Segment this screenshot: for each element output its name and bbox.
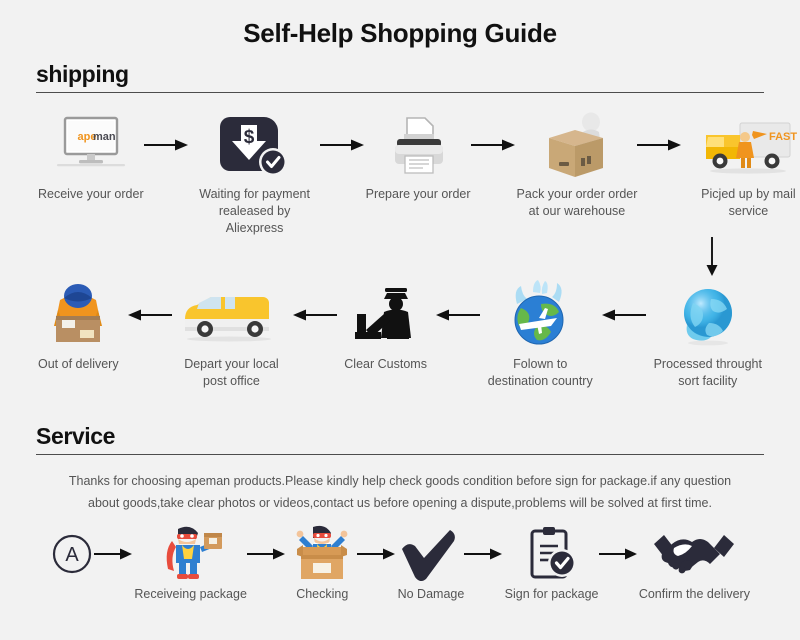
page-title: Self-Help Shopping Guide bbox=[243, 18, 557, 48]
svg-text:man: man bbox=[93, 131, 116, 143]
shipping-row-1: ape man Receive your order $ Waiting for… bbox=[24, 109, 798, 237]
step-label: Out of delivery bbox=[38, 356, 119, 371]
blue-globe-network-icon bbox=[673, 279, 743, 351]
payment-dollar-check-icon: $ bbox=[219, 109, 290, 181]
step-label: Depart your local post office bbox=[184, 356, 279, 388]
monitor-apeman-icon: ape man bbox=[49, 109, 133, 181]
service-section: Service Thanks for choosing apeman produ… bbox=[0, 423, 800, 601]
down-arrow-icon bbox=[706, 236, 718, 276]
service-step-label: Confirm the delivery bbox=[638, 587, 750, 602]
packing-worker-box-icon bbox=[539, 109, 615, 181]
flow-arrow-right-icon bbox=[470, 109, 517, 181]
flow-arrow-right-icon bbox=[357, 525, 397, 583]
service-step-confirm-delivery: Confirm the delivery bbox=[639, 525, 750, 601]
svg-text:FAST: FAST bbox=[769, 131, 797, 143]
printer-icon bbox=[385, 109, 451, 181]
service-step-receiving-package: Receiveing package bbox=[134, 525, 247, 601]
step-label: Pack your order order at our warehouse bbox=[516, 187, 638, 218]
shipping-step-waiting-payment: $ Waiting for payment realeased by Aliex… bbox=[190, 109, 320, 237]
shipping-section-title: shipping bbox=[36, 61, 129, 87]
flow-arrow-right-icon bbox=[247, 525, 287, 583]
shipping-row-2: Out of delivery Depart your local post o… bbox=[24, 279, 776, 390]
svg-text:A: A bbox=[65, 544, 79, 566]
superhero-holding-box-icon bbox=[156, 525, 226, 583]
flow-arrow-right-icon bbox=[319, 109, 366, 181]
clipboard-check-icon bbox=[524, 525, 580, 583]
service-step-checking: Checking bbox=[287, 525, 357, 601]
flow-arrow-left-icon bbox=[600, 279, 647, 351]
yellow-delivery-van-icon bbox=[179, 279, 283, 351]
flow-arrow-right-icon bbox=[143, 109, 190, 181]
checkmark-icon bbox=[400, 525, 462, 583]
flow-arrow-right-icon bbox=[637, 109, 683, 181]
shopping-guide-page: Self-Help Shopping Guide shipping ape ma… bbox=[0, 0, 800, 640]
shipping-step-prepare-order: Prepare your order bbox=[366, 109, 471, 203]
shipping-step-out-of-delivery: Out of delivery bbox=[38, 279, 119, 373]
shipping-step-picked-up: FAST Picjed up by mail service bbox=[683, 109, 800, 220]
service-step-start: A bbox=[50, 525, 94, 587]
service-paragraph: Thanks for choosing apeman products.Plea… bbox=[68, 474, 732, 511]
fast-delivery-truck-icon: FAST bbox=[698, 109, 798, 181]
step-label: Picjed up by mail service bbox=[701, 187, 796, 218]
superhero-in-box-icon bbox=[287, 525, 357, 583]
courier-carrying-box-icon bbox=[40, 279, 116, 351]
service-step-label: Receiveing package bbox=[134, 587, 247, 602]
shipping-step-sort-facility: Processed throught sort facility bbox=[654, 279, 762, 390]
shipping-divider bbox=[36, 92, 764, 93]
flow-connector bbox=[24, 236, 776, 277]
service-step-label: Sign for package bbox=[504, 587, 599, 602]
shipping-step-pack-order: Pack your order order at our warehouse bbox=[516, 109, 638, 220]
customs-officer-icon bbox=[351, 279, 421, 351]
service-step-label: No Damage bbox=[397, 587, 465, 602]
shipping-step-depart-post-office: Depart your local post office bbox=[179, 279, 283, 390]
circled-a-icon: A bbox=[50, 525, 94, 583]
svg-text:$: $ bbox=[243, 127, 254, 148]
handshake-icon bbox=[652, 525, 736, 583]
flow-arrow-right-icon bbox=[598, 525, 639, 583]
flow-arrow-right-icon bbox=[94, 525, 134, 583]
shipping-step-flown-to-destination: Folown to destination country bbox=[488, 279, 593, 390]
step-label: Waiting for payment realeased by Aliexpr… bbox=[199, 187, 310, 235]
step-label: Receive your order bbox=[38, 187, 144, 201]
flow-arrow-left-icon bbox=[126, 279, 173, 351]
step-label: Processed throught sort facility bbox=[653, 356, 762, 388]
flow-arrow-right-icon bbox=[464, 525, 504, 583]
service-divider bbox=[36, 454, 764, 456]
globe-airplane-icon bbox=[503, 279, 577, 351]
flow-arrow-left-icon bbox=[434, 279, 481, 351]
service-section-title: Service bbox=[36, 423, 116, 450]
flow-arrow-left-icon bbox=[291, 279, 337, 351]
step-label: Prepare your order bbox=[365, 187, 471, 201]
shipping-section: shipping ape man Receive your order $ Wa… bbox=[0, 61, 800, 389]
service-step-label: Checking bbox=[296, 587, 349, 602]
shipping-step-clear-customs: Clear Customs bbox=[344, 279, 427, 373]
service-flow-row: A Receiveing package Checking No Damage … bbox=[24, 525, 776, 601]
step-label: Folown to destination country bbox=[487, 356, 593, 388]
service-step-sign-for-package: Sign for package bbox=[504, 525, 599, 602]
shipping-step-receive-order: ape man Receive your order bbox=[38, 109, 144, 203]
service-step-no-damage: No Damage bbox=[397, 525, 465, 602]
step-label: Clear Customs bbox=[344, 356, 427, 371]
